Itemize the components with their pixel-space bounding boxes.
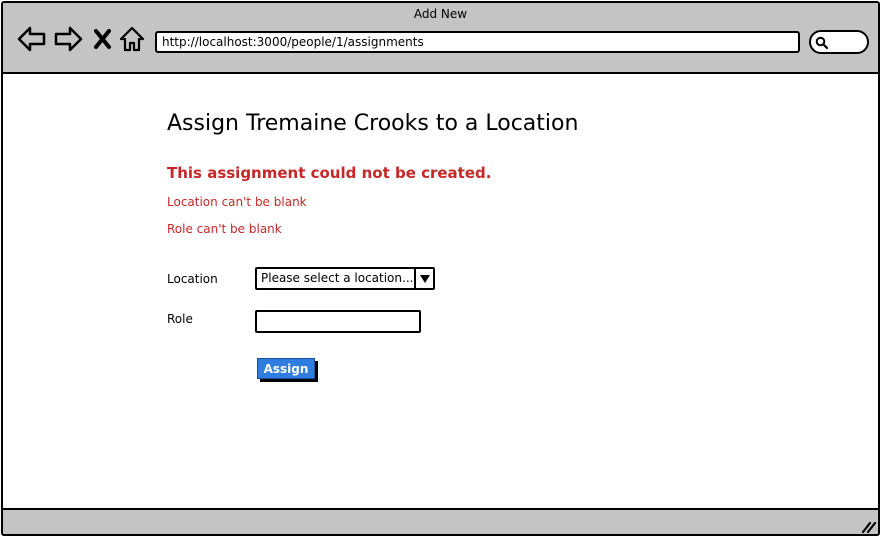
status-bar [3, 508, 878, 534]
window-title: Add New [413, 7, 468, 21]
location-select[interactable]: Please select a location... [255, 267, 435, 290]
close-x-icon[interactable] [93, 25, 113, 53]
error-message-role: Role can't be blank [167, 222, 282, 236]
browser-toolbar: Add New http://localhost:3000/people/1/a… [3, 3, 878, 74]
error-message-location: Location can't be blank [167, 195, 307, 209]
browser-window: Add New http://localhost:3000/people/1/a… [1, 1, 880, 536]
role-label: Role [167, 312, 193, 326]
error-heading: This assignment could not be created. [167, 164, 492, 182]
resize-grip-icon[interactable] [860, 520, 876, 534]
assign-button[interactable]: Assign [257, 358, 315, 379]
forward-arrow-icon[interactable] [53, 25, 83, 53]
role-input[interactable] [255, 310, 421, 333]
home-icon[interactable] [119, 25, 145, 53]
search-icon [815, 36, 829, 50]
dropdown-arrow-icon[interactable] [414, 269, 433, 288]
address-bar[interactable]: http://localhost:3000/people/1/assignmen… [155, 31, 800, 53]
browser-search-box[interactable] [809, 30, 869, 54]
page-title: Assign Tremaine Crooks to a Location [167, 111, 579, 136]
page-content: Assign Tremaine Crooks to a Location Thi… [3, 74, 878, 508]
location-label: Location [167, 272, 218, 286]
location-select-value: Please select a location... [261, 271, 414, 285]
back-arrow-icon[interactable] [17, 25, 47, 53]
